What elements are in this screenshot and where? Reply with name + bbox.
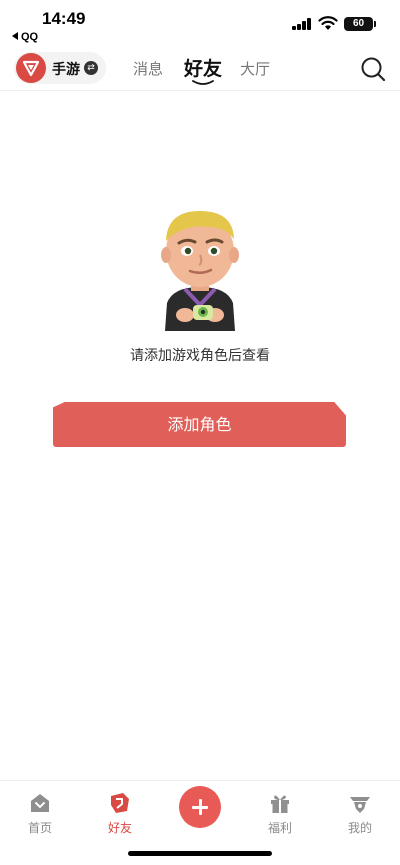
status-time: 14:49 <box>42 9 86 28</box>
back-arrow-icon <box>12 32 18 40</box>
bottom-tab-welfare-label: 福利 <box>267 821 292 835</box>
wifi-icon <box>318 16 338 30</box>
bottom-tab-friends[interactable]: 好友 <box>90 791 150 836</box>
friends-icon <box>111 793 129 813</box>
active-tab-indicator <box>192 80 214 85</box>
back-app-label: QQ <box>21 31 39 43</box>
plus-icon[interactable] <box>179 786 221 828</box>
bottom-tab-home[interactable]: 首页 <box>10 791 70 836</box>
tab-friends[interactable]: 好友 <box>184 54 222 81</box>
tab-messages[interactable]: 消息 <box>133 58 163 79</box>
swap-icon: ⇄ <box>84 61 98 75</box>
header-divider <box>0 90 400 91</box>
home-indicator <box>128 851 272 856</box>
bottom-tab-mine[interactable]: 我的 <box>330 791 390 836</box>
gift-icon <box>271 795 289 813</box>
bottom-tab-friends-label: 好友 <box>107 821 132 835</box>
bottom-tab-mine-label: 我的 <box>347 821 372 835</box>
battery-indicator: 60 <box>344 17 376 31</box>
back-to-app-link[interactable]: QQ <box>12 31 38 43</box>
top-nav: 手游 ⇄ 消息 好友 大厅 <box>0 46 400 90</box>
bottom-tab-home-label: 首页 <box>27 821 52 835</box>
character-illustration <box>161 211 239 331</box>
add-role-button[interactable]: 添加角色 <box>53 402 346 447</box>
game-label: 手游 <box>52 62 80 78</box>
search-icon[interactable] <box>360 56 386 82</box>
empty-state-message: 请添加游戏角色后查看 <box>130 348 270 364</box>
tab-lobby[interactable]: 大厅 <box>240 58 270 79</box>
home-icon <box>31 794 49 812</box>
bottom-tab-welfare[interactable]: 福利 <box>250 791 310 836</box>
game-logo-icon <box>16 53 46 83</box>
profile-icon <box>350 797 370 813</box>
game-switcher[interactable]: 手游 ⇄ <box>14 52 106 84</box>
status-bar: 14:49 QQ 60 <box>0 0 400 46</box>
cellular-signal-icon <box>292 18 312 30</box>
